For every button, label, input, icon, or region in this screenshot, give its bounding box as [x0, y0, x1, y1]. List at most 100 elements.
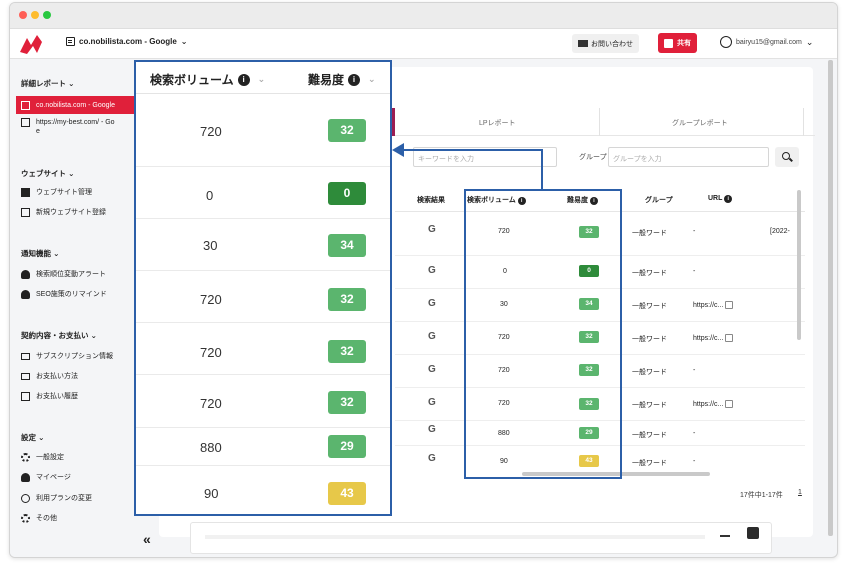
zoom-row: 90 43 [136, 466, 390, 514]
tab-lp-report[interactable]: LPレポート [479, 118, 516, 128]
zoom-col-header-difficulty[interactable]: 難易度 i ⌄ [308, 71, 376, 88]
sidebar-item-other[interactable]: その他 [21, 513, 57, 523]
site-icon [66, 37, 75, 46]
zoom-difficulty-badge: 29 [328, 435, 366, 458]
col-header-url[interactable]: URL i [708, 195, 733, 203]
building-icon [21, 100, 30, 110]
group-cell: 一般ワード [632, 460, 667, 467]
account-email: bairyu15@gmail.com [736, 38, 802, 46]
google-icon: G [428, 298, 436, 309]
minimize-panel-icon[interactable] [720, 535, 730, 537]
card-icon [21, 372, 30, 380]
sidebar: 詳細レポート ⌄ co.nobilista.com - Google https… [10, 60, 140, 557]
group-cell: 一般ワード [632, 270, 667, 277]
url-cell[interactable]: - [693, 228, 695, 235]
bell-icon [21, 289, 30, 299]
minimize-window-button[interactable] [31, 11, 39, 19]
chevron-down-icon: ⌄ [368, 74, 376, 84]
col-header-group[interactable]: グループ [645, 195, 673, 205]
contact-button[interactable]: お問い合わせ [572, 34, 639, 53]
sidebar-item-website-new[interactable]: 新規ウェブサイト登録 [21, 207, 106, 217]
group-label: グループ [579, 154, 607, 161]
pagination-summary: 17件中1-17件 [740, 492, 783, 499]
zoom-row: 720 32 [136, 323, 390, 375]
search-button[interactable] [775, 147, 799, 167]
sidebar-item-other-site[interactable]: https://my-best.com/ - Go e [21, 118, 115, 136]
zoom-volume: 30 [203, 238, 218, 253]
share-button[interactable]: 共有 [658, 33, 697, 53]
google-icon: G [428, 331, 436, 342]
url-dropdown-icon[interactable] [725, 301, 734, 309]
grid-icon [21, 187, 30, 197]
sidebar-heading-reports[interactable]: 詳細レポート ⌄ [21, 78, 74, 89]
zoom-row: 880 29 [136, 428, 390, 466]
window-titlebar [10, 3, 837, 29]
tab-divider [599, 108, 600, 136]
zoom-difficulty-badge: 0 [328, 182, 366, 205]
zoom-volume: 720 [200, 345, 222, 360]
zoom-difficulty-badge: 32 [328, 288, 366, 311]
sidebar-item-website-manage[interactable]: ウェブサイト管理 [21, 187, 92, 197]
sidebar-item-active-site[interactable]: co.nobilista.com - Google [16, 96, 140, 114]
highlight-box [464, 189, 622, 479]
collapse-sidebar-icon[interactable]: « [143, 531, 151, 547]
zoom-callout-panel: 検索ボリューム i ⌄ 難易度 i ⌄ 720 32 0 0 30 34 720… [134, 60, 392, 516]
col-header-search-result[interactable]: 検索結果 [417, 195, 445, 205]
url-cell[interactable]: https://c... [693, 400, 734, 408]
maximize-window-button[interactable] [43, 11, 51, 19]
sidebar-heading-website[interactable]: ウェブサイト ⌄ [21, 168, 74, 179]
url-cell[interactable]: - [693, 367, 695, 374]
sidebar-item-mypage[interactable]: マイページ [21, 472, 71, 482]
account-menu[interactable]: bairyu15@gmail.com ⌄ [720, 36, 813, 48]
info-icon: i [724, 195, 733, 203]
sidebar-item-label: https://my-best.com/ - Go [36, 119, 115, 126]
zoom-row: 720 32 [136, 375, 390, 428]
user-icon [21, 472, 30, 482]
url-cell[interactable]: - [693, 458, 695, 465]
url-dropdown-icon[interactable] [725, 400, 734, 408]
url-cell[interactable]: https://c... [693, 334, 734, 342]
bell-icon [21, 269, 30, 279]
tab-group-report[interactable]: グループレポート [672, 118, 728, 128]
sidebar-heading-notify[interactable]: 通知機能 ⌄ [21, 248, 59, 259]
sidebar-item-general[interactable]: 一般設定 [21, 452, 64, 462]
url-dropdown-icon[interactable] [725, 334, 734, 342]
brand-logo[interactable] [18, 32, 44, 56]
sidebar-item-seo-remind[interactable]: SEO施策のリマインド [21, 289, 107, 299]
bottom-panel-strip [205, 535, 705, 539]
expand-panel-icon[interactable] [747, 527, 759, 539]
info-icon: i [237, 73, 250, 86]
share-icon [664, 38, 673, 48]
sidebar-item-subscription[interactable]: サブスクリプション情報 [21, 351, 113, 361]
sidebar-item-payment-history[interactable]: お支払い履歴 [21, 391, 78, 401]
group-cell: 一般ワード [632, 230, 667, 237]
zoom-header: 検索ボリューム i ⌄ 難易度 i ⌄ [136, 62, 390, 94]
group-cell: 一般ワード [632, 402, 667, 409]
zoom-col-header-volume[interactable]: 検索ボリューム i ⌄ [150, 71, 265, 88]
sidebar-item-payment-method[interactable]: お支払い方法 [21, 371, 78, 381]
zoom-difficulty-badge: 32 [328, 340, 366, 363]
google-icon: G [428, 397, 436, 408]
zoom-row: 0 0 [136, 167, 390, 219]
group-input[interactable]: グループを入力 [608, 147, 769, 167]
site-selector[interactable]: co.nobilista.com - Google ⌄ [66, 37, 188, 46]
sidebar-heading-contract[interactable]: 契約内容・お支払い ⌄ [21, 330, 97, 341]
page-vertical-scrollbar[interactable] [828, 60, 833, 536]
google-icon: G [428, 364, 436, 375]
zoom-volume: 720 [200, 292, 222, 307]
account-icon [720, 36, 732, 48]
close-window-button[interactable] [19, 11, 27, 19]
date-cell: [2022- [770, 228, 790, 235]
url-cell[interactable]: - [693, 268, 695, 275]
tab-divider [803, 108, 804, 136]
table-vertical-scrollbar[interactable] [797, 190, 801, 340]
add-site-icon [21, 207, 30, 217]
sidebar-item-plan[interactable]: 利用プランの変更 [21, 493, 92, 503]
url-cell[interactable]: - [693, 430, 695, 437]
gear-icon [21, 513, 30, 523]
url-cell[interactable]: https://c... [693, 301, 734, 309]
sidebar-item-rank-alert[interactable]: 検索順位変動アラート [21, 269, 106, 279]
sidebar-heading-settings[interactable]: 設定 ⌄ [21, 432, 44, 443]
page-link[interactable]: 1 [798, 489, 802, 496]
active-tab-indicator [392, 108, 395, 136]
